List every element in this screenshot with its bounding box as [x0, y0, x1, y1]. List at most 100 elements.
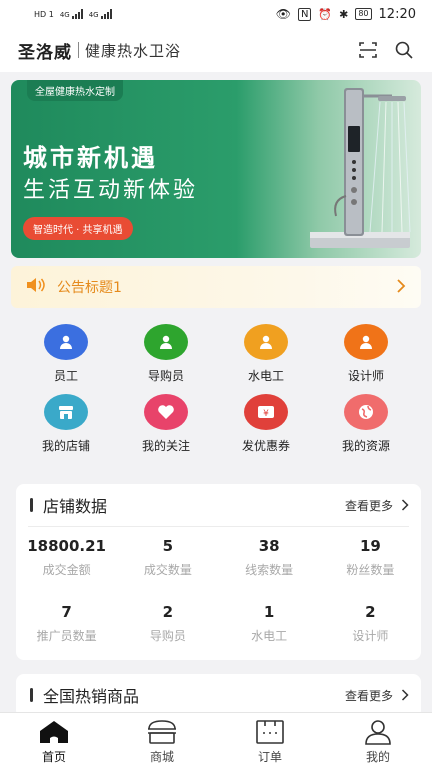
stat-label: 水电工: [251, 629, 288, 643]
tab-home[interactable]: 首页: [0, 713, 108, 768]
menu-item-label: 员工: [53, 369, 78, 383]
status-bar: HD 1 4G 4G 👁 N ⏰ ✱ 80 12:20: [0, 0, 432, 28]
eye-icon: 👁: [275, 7, 291, 21]
menu-item-issue-coupon[interactable]: ¥ 发优惠券: [216, 394, 316, 454]
stat-label: 成交金额: [42, 563, 91, 577]
chevron-right-icon: [395, 277, 407, 298]
shower-panel-image: [310, 88, 411, 248]
tab-mall[interactable]: 商城: [108, 713, 216, 768]
store-data-more-link[interactable]: 查看更多: [345, 497, 409, 514]
brand-slogan: 健康热水卫浴: [85, 41, 182, 60]
announcement-bar[interactable]: 公告标题1: [11, 266, 421, 308]
chevron-right-icon: [401, 689, 409, 701]
menu-item-label: 发优惠券: [241, 439, 290, 453]
svg-text:¥: ¥: [263, 409, 269, 419]
menu-item-label: 我的资源: [341, 439, 390, 453]
tab-label: 订单: [257, 750, 282, 764]
menu-item-staff[interactable]: 员工: [16, 324, 116, 384]
promo-banner[interactable]: 全屋健康热水定制 城市新机遇 生活互动新体验 智造时代 · 共享机遇: [11, 80, 421, 258]
banner-headline: 城市新机遇: [23, 144, 158, 172]
tab-label: 商城: [149, 750, 174, 764]
network-indicator: HD 1: [34, 9, 54, 19]
hot-products-header: 全国热销商品 查看更多: [16, 674, 421, 716]
globe-icon: [344, 394, 388, 430]
tab-label: 首页: [41, 750, 66, 764]
battery-icon: 80: [355, 8, 372, 20]
menu-item-my-follows[interactable]: 我的关注: [116, 394, 216, 454]
stat-shopping-guide[interactable]: 2 导购员: [117, 601, 218, 667]
hot-products-more-link[interactable]: 查看更多: [345, 687, 409, 704]
scan-icon[interactable]: [356, 38, 380, 62]
stat-lead-count[interactable]: 38 线索数量: [219, 535, 320, 601]
store-icon: [44, 394, 88, 430]
clock: 12:20: [378, 6, 416, 22]
banner-pill: 智造时代 · 共享机遇: [23, 217, 133, 240]
status-right: 👁 N ⏰ ✱ 80 12:20: [276, 7, 416, 22]
stat-value: 38: [258, 537, 280, 555]
more-label: 查看更多: [344, 498, 393, 513]
section-marker: [30, 688, 33, 702]
order-icon: [256, 720, 284, 744]
stat-label: 设计师: [352, 629, 389, 643]
signal-label: 4G: [59, 11, 70, 19]
menu-item-plumber[interactable]: 水电工: [216, 324, 316, 384]
banner-subheadline: 生活互动新体验: [23, 178, 199, 203]
section-marker: [30, 498, 33, 512]
banner-tag: 全屋健康热水定制: [27, 80, 123, 101]
stat-promoter-count[interactable]: 7 推广员数量: [16, 601, 117, 667]
shop-icon: [148, 720, 176, 744]
tab-orders[interactable]: 订单: [216, 713, 324, 768]
stat-transaction-count[interactable]: 5 成交数量: [117, 535, 218, 601]
stat-value: 2: [162, 603, 174, 621]
menu-item-designer[interactable]: 设计师: [316, 324, 416, 384]
profile-icon: [365, 720, 391, 745]
menu-item-my-resources[interactable]: 我的资源: [316, 394, 416, 454]
user-icon: [144, 324, 188, 360]
status-left: HD 1 4G 4G: [34, 9, 112, 19]
stat-value: 18800.21: [27, 537, 106, 555]
nfc-icon: N: [297, 7, 312, 21]
menu-item-my-store[interactable]: 我的店铺: [16, 394, 116, 454]
menu-item-label: 我的关注: [141, 439, 190, 453]
store-stats-grid: 18800.21 成交金额 5 成交数量 38 线索数量 19 粉丝数量 7 推广员数量 …: [16, 527, 421, 667]
stat-designer[interactable]: 2 设计师: [320, 601, 421, 667]
bluetooth-icon: ✱: [339, 7, 349, 21]
stat-label: 推广员数量: [36, 629, 97, 643]
menu-item-shopping-guide[interactable]: 导购员: [116, 324, 216, 384]
stat-value: 5: [162, 537, 174, 555]
tab-profile[interactable]: 我的: [324, 713, 432, 768]
menu-item-label: 我的店铺: [41, 439, 90, 453]
signal-label: 4G: [88, 11, 99, 19]
store-data-header: 店铺数据 查看更多: [16, 484, 421, 526]
stat-label: 粉丝数量: [346, 563, 395, 577]
search-icon[interactable]: [392, 38, 416, 62]
stat-follower-count[interactable]: 19 粉丝数量: [320, 535, 421, 601]
user-icon: [244, 324, 288, 360]
quick-menu-grid: 员工 导购员 水电工 设计师 我的店铺 我的关注 ¥ 发优惠券 我的资源: [16, 324, 416, 454]
chevron-right-icon: [401, 499, 409, 511]
more-label: 查看更多: [344, 688, 393, 703]
bottom-tab-bar: 首页 商城 订单 我的: [0, 712, 432, 768]
home-icon: [40, 721, 68, 743]
brand-logo: 圣洛威: [18, 42, 72, 63]
stat-value: 7: [61, 603, 72, 621]
brand-divider: [78, 42, 79, 58]
app-header: 圣洛威 健康热水卫浴: [0, 28, 432, 72]
stat-label: 线索数量: [245, 563, 294, 577]
speaker-icon: [25, 276, 45, 298]
stat-plumber[interactable]: 1 水电工: [219, 601, 320, 667]
menu-item-label: 设计师: [347, 369, 384, 383]
stat-label: 导购员: [149, 629, 186, 643]
stat-transaction-amount[interactable]: 18800.21 成交金额: [16, 535, 117, 601]
user-icon: [44, 324, 88, 360]
stat-label: 成交数量: [143, 563, 192, 577]
menu-item-label: 水电工: [247, 369, 284, 383]
tab-label: 我的: [365, 750, 390, 764]
menu-item-label: 导购员: [147, 369, 184, 383]
signal-icon: 4G: [60, 9, 83, 19]
heart-icon: [144, 394, 188, 430]
coupon-icon: ¥: [244, 394, 288, 430]
store-data-card: 店铺数据 查看更多 18800.21 成交金额 5 成交数量 38 线索数量 19 粉丝…: [16, 484, 421, 660]
alarm-icon: ⏰: [318, 7, 333, 21]
store-data-title: 店铺数据: [43, 497, 108, 516]
